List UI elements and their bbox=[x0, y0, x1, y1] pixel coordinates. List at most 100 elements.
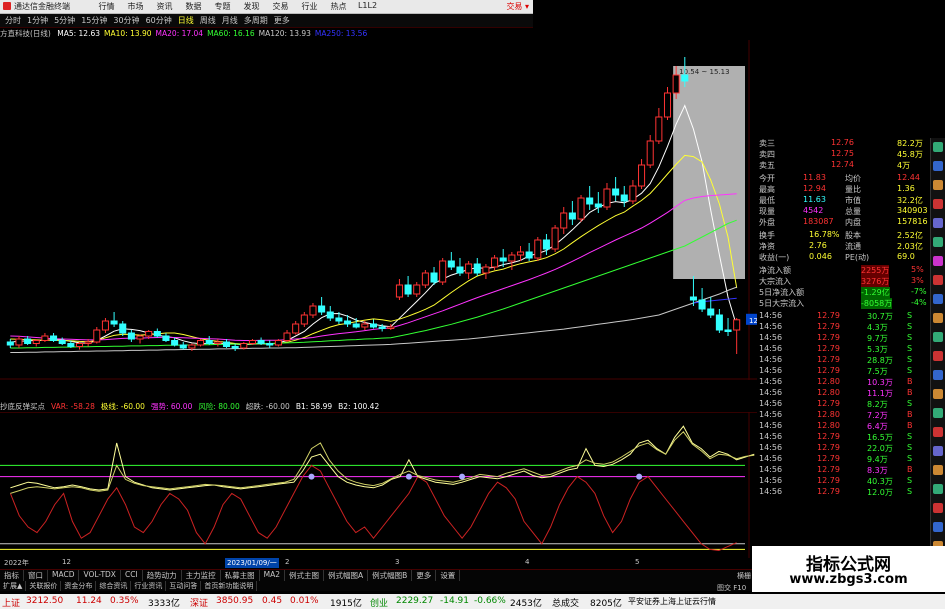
period-tab-7[interactable]: 周线 bbox=[197, 15, 219, 26]
period-tab-4[interactable]: 30分钟 bbox=[110, 15, 142, 26]
tick-row-0-cell-3: S bbox=[907, 311, 913, 320]
sub-tab-6[interactable]: 首页新功能说明 bbox=[201, 581, 258, 591]
tick-row-13-cell-1: 12.79 bbox=[817, 454, 840, 463]
price-chart[interactable]: 10.54 ~ 15.1321.0020.0019.0018.0017.0016… bbox=[0, 40, 757, 380]
menu-item-3[interactable]: 数据 bbox=[179, 1, 208, 12]
tick-row-9-cell-3: B bbox=[907, 410, 913, 419]
candle-52 bbox=[456, 258, 464, 276]
indicator-tab-12[interactable]: 更多 bbox=[412, 570, 437, 581]
ma-label-1: MA10: 13.90 bbox=[104, 29, 152, 38]
toolbar-icon-17[interactable] bbox=[933, 465, 943, 475]
period-tab-1[interactable]: 1分钟 bbox=[24, 15, 51, 26]
sh-change: 11.24 bbox=[76, 596, 102, 606]
flow-row-3-cell-2: -4% bbox=[911, 298, 927, 307]
toolbar-icon-20[interactable] bbox=[933, 522, 943, 532]
period-tab-5[interactable]: 60分钟 bbox=[143, 15, 175, 26]
indicator-tab-13[interactable]: 设置 bbox=[436, 570, 461, 581]
tick-row-5-cell-0: 14:56 bbox=[759, 366, 783, 375]
period-tab-9[interactable]: 多周期 bbox=[241, 15, 271, 26]
toolbar-icon-7[interactable] bbox=[933, 275, 943, 285]
menu-item-0[interactable]: 行情 bbox=[92, 1, 121, 12]
indicator-tab-0[interactable]: 指标 bbox=[0, 570, 24, 581]
sh-amount: 3333亿 bbox=[148, 599, 180, 609]
menu-item-2[interactable]: 资讯 bbox=[150, 1, 179, 12]
candle-75 bbox=[655, 108, 663, 144]
period-tab-6[interactable]: 日线 bbox=[175, 15, 197, 26]
toolbar-icon-16[interactable] bbox=[933, 446, 943, 456]
sz-amount: 1915亿 bbox=[330, 599, 362, 609]
menu-item-9[interactable]: L1L2 bbox=[353, 1, 382, 12]
toolbar-icon-5[interactable] bbox=[933, 237, 943, 247]
toolbar-icon-6[interactable] bbox=[933, 256, 943, 266]
menu-item-6[interactable]: 交易 bbox=[266, 1, 295, 12]
period-tab-8[interactable]: 月线 bbox=[219, 15, 241, 26]
period-tab-3[interactable]: 15分钟 bbox=[78, 15, 110, 26]
period-tab-10[interactable]: 更多 bbox=[271, 15, 293, 26]
indicator-tab-3[interactable]: VOL-TDX bbox=[79, 570, 121, 581]
toolbar-icon-0[interactable] bbox=[933, 142, 943, 152]
indicator-tab-10[interactable]: 例式幅图A bbox=[324, 570, 369, 581]
toolbar-icon-13[interactable] bbox=[933, 389, 943, 399]
period-tab-2[interactable]: 5分钟 bbox=[51, 15, 78, 26]
toolbar-icon-15[interactable] bbox=[933, 427, 943, 437]
ma-line-ma10 bbox=[10, 154, 738, 345]
tick-row-8-cell-2: 8.2万 bbox=[867, 400, 888, 409]
toolbar-icon-18[interactable] bbox=[933, 484, 943, 494]
ma-line-ma5 bbox=[10, 104, 738, 346]
menu-item-5[interactable]: 发现 bbox=[237, 1, 266, 12]
menu-item-7[interactable]: 行业 bbox=[295, 1, 324, 12]
indicator-tab-11[interactable]: 例式幅图B bbox=[368, 570, 413, 581]
stat-row-3-cell-0: 现量 bbox=[759, 207, 775, 216]
flow-row-1-cell-1: 3276万 bbox=[861, 276, 890, 287]
stat-row-1-cell-3: 1.36 bbox=[897, 184, 915, 193]
tick-row-14-cell-2: 8.3万 bbox=[867, 466, 888, 475]
toolbar-icon-8[interactable] bbox=[933, 294, 943, 304]
toolbar-icon-12[interactable] bbox=[933, 370, 943, 380]
stat-row-3-cell-3: 340903 bbox=[897, 206, 928, 215]
menu-item-1[interactable]: 市场 bbox=[121, 1, 150, 12]
stat2-row-0: 换手 16.78% 股本 2.52亿 bbox=[757, 230, 929, 241]
tick-row-9-cell-2: 7.2万 bbox=[867, 411, 888, 420]
sub-tab-0[interactable]: 扩展▲ bbox=[0, 581, 27, 591]
toolbar-icon-10[interactable] bbox=[933, 332, 943, 342]
indicator-label-4: 风险: 80.00 bbox=[198, 402, 240, 411]
menu-item-4[interactable]: 专题 bbox=[208, 1, 237, 12]
sell-row-0-cell-0: 卖三 bbox=[759, 139, 775, 148]
indicator-tab-5[interactable]: 趋势动力 bbox=[143, 570, 182, 581]
stat2-row-2-cell-0: 收益(一) bbox=[759, 253, 790, 262]
indicator-tab-1[interactable]: 窗口 bbox=[24, 570, 48, 581]
f10-button[interactable]: 图交 F10 bbox=[717, 583, 746, 593]
stat2-row-1-cell-1: 2.76 bbox=[809, 241, 827, 250]
indicator-tab-8[interactable]: MA2 bbox=[260, 570, 286, 581]
indicator-tab-2[interactable]: MACD bbox=[48, 570, 80, 581]
ma-label-2: MA20: 17.04 bbox=[155, 29, 204, 38]
toolbar-icon-4[interactable] bbox=[933, 218, 943, 228]
toolbar-icon-2[interactable] bbox=[933, 180, 943, 190]
toolbar-icon-11[interactable] bbox=[933, 351, 943, 361]
candle-13 bbox=[119, 321, 127, 336]
tick-row-11-cell-3: S bbox=[907, 432, 913, 441]
indicator-chart[interactable]: 150.0125.0100.075.050.025.00.00-25.0-50.… bbox=[0, 412, 757, 558]
toolbar-icon-9[interactable] bbox=[933, 313, 943, 323]
date-tick-5: 4 bbox=[525, 558, 530, 566]
sub-tab-5[interactable]: 互动问答 bbox=[166, 581, 202, 591]
trade-button[interactable]: 交易 ▾ bbox=[506, 1, 529, 12]
indicator-tab-6[interactable]: 主力监控 bbox=[182, 570, 221, 581]
sub-tab-2[interactable]: 资金分布 bbox=[61, 581, 97, 591]
indicator-tab-9[interactable]: 例式主图 bbox=[285, 570, 325, 581]
sub-tab-3[interactable]: 综合资讯 bbox=[96, 581, 132, 591]
period-tab-0[interactable]: 分时 bbox=[2, 15, 24, 26]
toolbar-icon-19[interactable] bbox=[933, 503, 943, 513]
sub-tab-4[interactable]: 行业资讯 bbox=[131, 581, 167, 591]
sub-tab-1[interactable]: 关联报价 bbox=[26, 581, 62, 591]
current-price-label: 12.84 bbox=[749, 317, 757, 325]
toolbar-icon-1[interactable] bbox=[933, 161, 943, 171]
toolbar-icon-14[interactable] bbox=[933, 408, 943, 418]
indicator-tab-7[interactable]: 私募主图 bbox=[221, 570, 260, 581]
toolbar-icon-3[interactable] bbox=[933, 199, 943, 209]
indicator-tab-4[interactable]: CCI bbox=[121, 570, 143, 581]
tick-row-15-cell-3: S bbox=[907, 476, 913, 485]
grid-toggle[interactable]: 横栅 bbox=[737, 571, 751, 581]
sz-value: 3850.95 bbox=[216, 596, 254, 606]
menu-item-8[interactable]: 热点 bbox=[324, 1, 353, 12]
